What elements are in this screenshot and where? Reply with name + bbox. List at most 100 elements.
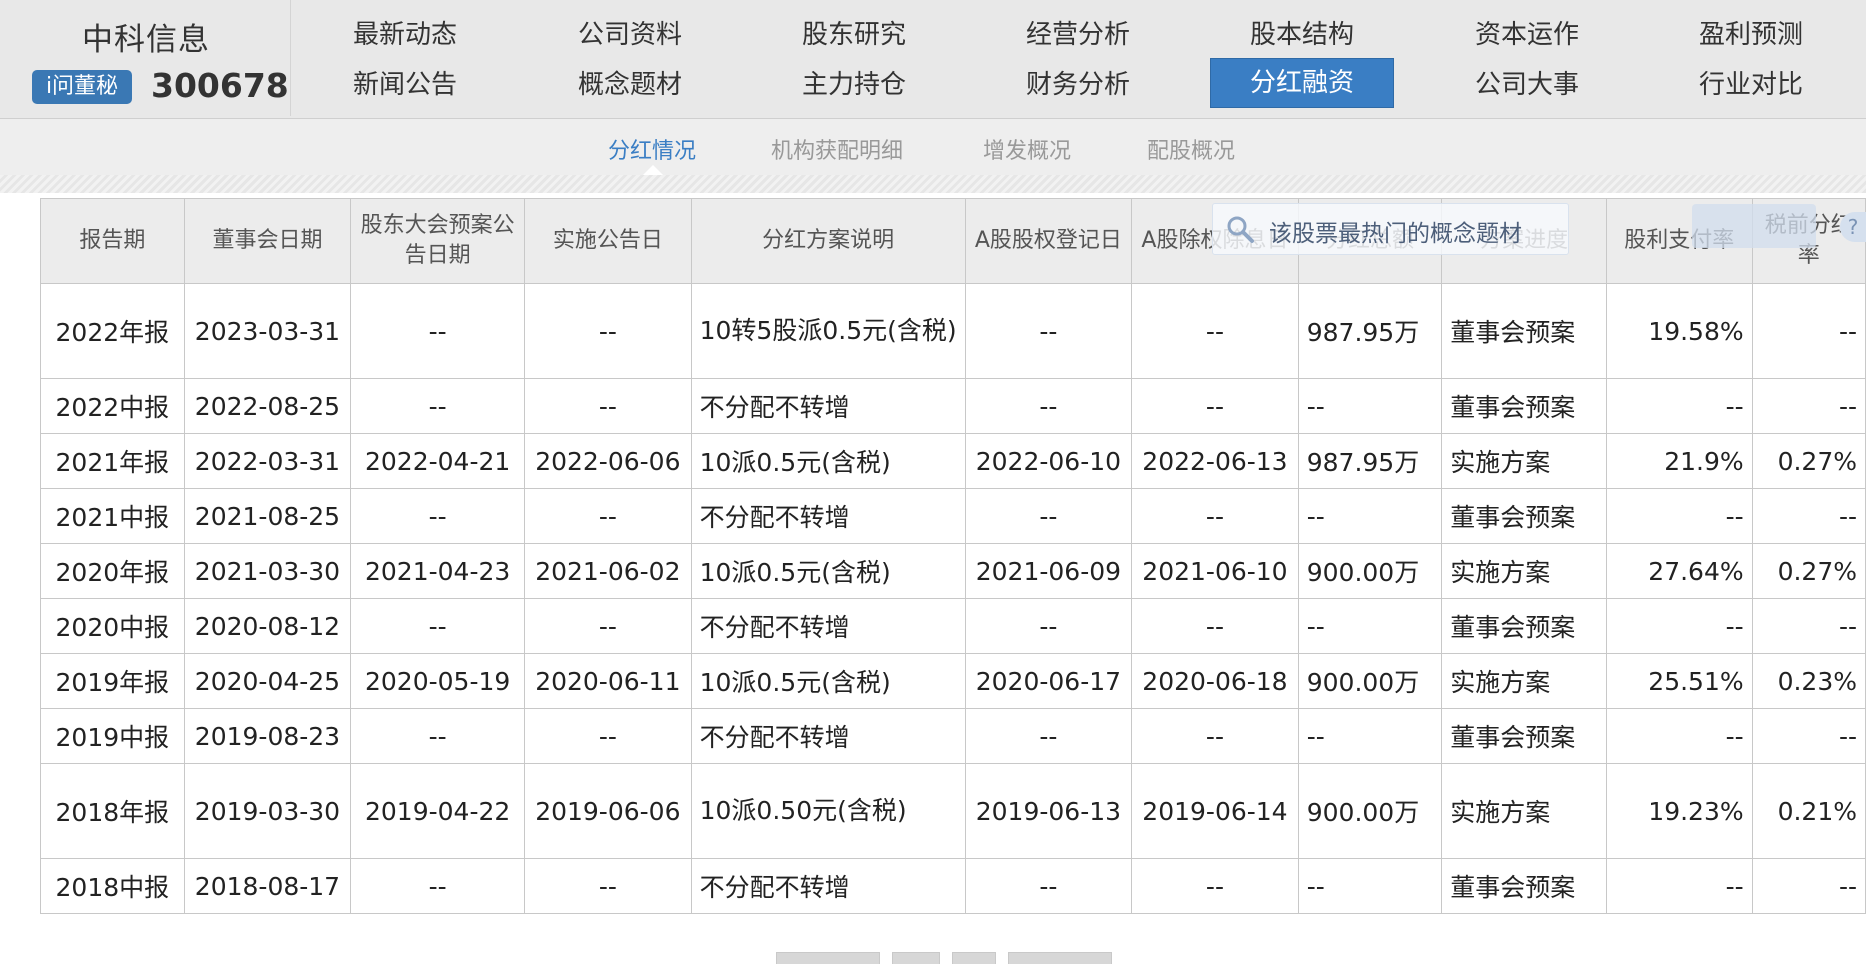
cell-pretax-yield: 0.27% xyxy=(1751,433,1866,489)
cell-pretax-yield: -- xyxy=(1751,708,1866,764)
cell-board-date: 2021-08-25 xyxy=(183,488,352,544)
header-record-date[interactable]: A股股权登记日 xyxy=(964,198,1133,284)
cell-record-date: 2022-06-10 xyxy=(964,433,1133,489)
cell-payout-ratio: -- xyxy=(1606,708,1753,764)
pager-page-button[interactable] xyxy=(892,952,940,964)
cell-plan-progress: 实施方案 xyxy=(1441,763,1607,859)
cell-ex-dividend-date: 2019-06-14 xyxy=(1131,763,1299,859)
cell-report-period: 2018年报 xyxy=(40,763,185,859)
cell-implementation-date: -- xyxy=(524,488,692,544)
header-report-period[interactable]: 报告期 xyxy=(40,198,185,284)
cell-total-dividend: -- xyxy=(1297,708,1443,764)
table-row: 2019中报 2019-08-23 -- -- 不分配不转增 -- -- -- … xyxy=(40,708,1866,764)
cell-board-date: 2022-03-31 xyxy=(183,433,352,489)
subnav-rights-issue[interactable]: 配股概况 xyxy=(1147,133,1235,165)
header-implementation-date[interactable]: 实施公告日 xyxy=(524,198,692,284)
cell-total-dividend: 900.00万 xyxy=(1297,543,1443,599)
ask-secretary-badge[interactable]: i问董秘 xyxy=(32,70,132,104)
cell-meeting-date: -- xyxy=(350,283,526,379)
cell-plan-progress: 实施方案 xyxy=(1441,543,1607,599)
header-dividend-plan[interactable]: 分红方案说明 xyxy=(690,198,966,284)
help-icon[interactable]: ? xyxy=(1840,212,1866,242)
dividend-table: 报告期 董事会日期 股东大会预案公告日期 实施公告日 分红方案说明 A股股权登记… xyxy=(40,198,1866,914)
cell-payout-ratio: 27.64% xyxy=(1606,543,1753,599)
pager-next-button[interactable] xyxy=(1008,952,1112,964)
nav-industry-comparison[interactable]: 行业对比 xyxy=(1661,61,1841,109)
cell-board-date: 2021-03-30 xyxy=(183,543,352,599)
cell-record-date: 2020-06-17 xyxy=(964,653,1133,709)
cell-dividend-plan: 不分配不转增 xyxy=(690,488,966,544)
cell-dividend-plan: 10派0.5元(含税) xyxy=(690,433,966,489)
table-row: 2018中报 2018-08-17 -- -- 不分配不转增 -- -- -- … xyxy=(40,858,1866,914)
cell-total-dividend: 900.00万 xyxy=(1297,653,1443,709)
nav-company-profile[interactable]: 公司资料 xyxy=(540,11,720,59)
cell-payout-ratio: -- xyxy=(1606,378,1753,434)
hot-concept-search-popup[interactable]: 该股票最热门的概念题材 xyxy=(1212,203,1569,255)
cell-record-date: -- xyxy=(964,598,1133,654)
hot-concept-text[interactable]: 该股票最热门的概念题材 xyxy=(1269,214,1522,248)
nav-share-structure[interactable]: 股本结构 xyxy=(1212,11,1392,59)
table-row: 2019年报 2020-04-25 2020-05-19 2020-06-11 … xyxy=(40,653,1866,709)
cell-meeting-date: 2019-04-22 xyxy=(350,763,526,859)
cell-report-period: 2019中报 xyxy=(40,708,185,764)
cell-plan-progress: 实施方案 xyxy=(1441,653,1607,709)
cell-ex-dividend-date: -- xyxy=(1131,598,1299,654)
cell-board-date: 2020-08-12 xyxy=(183,598,352,654)
nav-latest-news[interactable]: 最新动态 xyxy=(315,11,495,59)
nav-capital-operations[interactable]: 资本运作 xyxy=(1437,11,1617,59)
cell-payout-ratio: -- xyxy=(1606,598,1753,654)
nav-financial-analysis[interactable]: 财务分析 xyxy=(988,61,1168,109)
cell-ex-dividend-date: -- xyxy=(1131,858,1299,914)
nav-company-events[interactable]: 公司大事 xyxy=(1437,61,1617,109)
cell-report-period: 2020中报 xyxy=(40,598,185,654)
cell-plan-progress: 董事会预案 xyxy=(1441,378,1607,434)
nav-operations-analysis[interactable]: 经营分析 xyxy=(988,11,1168,59)
cell-pretax-yield: -- xyxy=(1751,378,1866,434)
cell-meeting-date: 2020-05-19 xyxy=(350,653,526,709)
pager-page-button[interactable] xyxy=(952,952,996,964)
nav-main-holdings[interactable]: 主力持仓 xyxy=(764,61,944,109)
header-board-date[interactable]: 董事会日期 xyxy=(183,198,352,284)
cell-meeting-date: -- xyxy=(350,708,526,764)
table-header-row: 报告期 董事会日期 股东大会预案公告日期 实施公告日 分红方案说明 A股股权登记… xyxy=(40,198,1866,284)
cell-total-dividend: 987.95万 xyxy=(1297,433,1443,489)
cell-total-dividend: -- xyxy=(1297,858,1443,914)
nav-shareholder-research[interactable]: 股东研究 xyxy=(764,11,944,59)
cell-report-period: 2020年报 xyxy=(40,543,185,599)
cell-report-period: 2018中报 xyxy=(40,858,185,914)
cell-payout-ratio: 21.9% xyxy=(1606,433,1753,489)
cell-implementation-date: 2019-06-06 xyxy=(524,763,692,859)
cell-report-period: 2022年报 xyxy=(40,283,185,379)
cell-total-dividend: -- xyxy=(1297,598,1443,654)
cell-implementation-date: -- xyxy=(524,283,692,379)
top-header: 中科信息 i问董秘 300678 最新动态 公司资料 股东研究 经营分析 股本结… xyxy=(0,0,1866,119)
cell-board-date: 2019-03-30 xyxy=(183,763,352,859)
cell-plan-progress: 董事会预案 xyxy=(1441,283,1607,379)
cell-pretax-yield: -- xyxy=(1751,598,1866,654)
table-row: 2020中报 2020-08-12 -- -- 不分配不转增 -- -- -- … xyxy=(40,598,1866,654)
cell-board-date: 2019-08-23 xyxy=(183,708,352,764)
cell-payout-ratio: -- xyxy=(1606,858,1753,914)
table-row: 2022中报 2022-08-25 -- -- 不分配不转增 -- -- -- … xyxy=(40,378,1866,434)
nav-dividend-financing[interactable]: 分红融资 xyxy=(1210,58,1394,108)
active-tab-caret xyxy=(643,165,663,175)
floating-side-tab[interactable] xyxy=(1692,204,1816,248)
cell-record-date: -- xyxy=(964,488,1133,544)
cell-ex-dividend-date: 2021-06-10 xyxy=(1131,543,1299,599)
cell-ex-dividend-date: -- xyxy=(1131,378,1299,434)
cell-meeting-date: -- xyxy=(350,858,526,914)
nav-profit-forecast[interactable]: 盈利预测 xyxy=(1661,11,1841,59)
table-row: 2018年报 2019-03-30 2019-04-22 2019-06-06 … xyxy=(40,763,1866,859)
pager-prev-button[interactable] xyxy=(776,952,880,964)
subnav-dividend-status[interactable]: 分红情况 xyxy=(608,133,696,165)
cell-implementation-date: -- xyxy=(524,708,692,764)
cell-total-dividend: -- xyxy=(1297,488,1443,544)
header-shareholder-meeting-date[interactable]: 股东大会预案公告日期 xyxy=(350,198,526,284)
cell-ex-dividend-date: 2022-06-13 xyxy=(1131,433,1299,489)
subnav-additional-issuance[interactable]: 增发概况 xyxy=(983,133,1071,165)
nav-concept-themes[interactable]: 概念题材 xyxy=(540,61,720,109)
subnav-institution-allotment[interactable]: 机构获配明细 xyxy=(771,133,903,165)
stock-code: 300678 xyxy=(151,66,289,105)
company-brand: 中科信息 i问董秘 300678 xyxy=(0,0,291,116)
nav-news-announcements[interactable]: 新闻公告 xyxy=(315,61,495,109)
